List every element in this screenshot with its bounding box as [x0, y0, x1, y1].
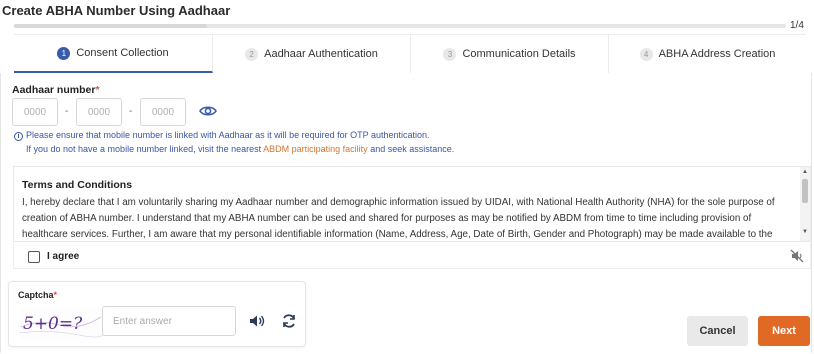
step-communication-details[interactable]: 3 Communication Details: [411, 35, 609, 73]
agree-label: I agree: [47, 251, 80, 262]
info-line-1: i Please ensure that mobile number is lin…: [14, 130, 430, 141]
step-number: 2: [245, 47, 259, 61]
step-aadhaar-authentication[interactable]: 2 Aadhaar Authentication: [213, 35, 411, 73]
captcha-label: Captcha*: [18, 290, 58, 300]
captcha-image: 5+0=?: [19, 309, 103, 339]
scroll-up-icon[interactable]: ▲: [802, 169, 808, 175]
step-label: Communication Details: [462, 48, 576, 60]
step-abha-address-creation[interactable]: 4 ABHA Address Creation: [609, 35, 806, 73]
terms-title: Terms and Conditions: [22, 179, 133, 191]
cancel-button[interactable]: Cancel: [687, 316, 748, 346]
step-number: 1: [57, 46, 71, 60]
agree-checkbox[interactable]: [28, 251, 40, 263]
step-label: Aadhaar Authentication: [264, 48, 378, 60]
aadhaar-input-part-3[interactable]: 0000: [140, 98, 186, 126]
terms-body: I, hereby declare that I am voluntarily …: [22, 197, 775, 240]
step-number: 4: [639, 47, 653, 61]
step-consent-collection[interactable]: 1 Consent Collection: [14, 35, 213, 73]
captcha-answer-input[interactable]: Enter answer: [102, 306, 236, 336]
progress-fill: [14, 24, 207, 28]
step-label: ABHA Address Creation: [658, 48, 776, 60]
scroll-down-icon[interactable]: ▼: [802, 229, 808, 235]
mute-icon[interactable]: [790, 249, 804, 263]
stepper: 1 Consent Collection 2 Aadhaar Authentic…: [14, 34, 806, 73]
step-label: Consent Collection: [76, 47, 169, 59]
eye-icon[interactable]: [199, 103, 217, 119]
terms-scrollbar[interactable]: ▲ ▼: [800, 167, 810, 241]
page-title: Create ABHA Number Using Aadhaar: [2, 3, 231, 18]
step-number: 3: [443, 47, 457, 61]
info-icon: i: [14, 132, 23, 141]
info-line-2: If you do not have a mobile number linke…: [26, 144, 455, 154]
required-mark: *: [95, 84, 100, 96]
progress-label: 1/4: [790, 20, 804, 31]
speaker-icon[interactable]: [249, 313, 265, 329]
aadhaar-separator: -: [65, 106, 69, 117]
captcha-challenge: 5+0=?: [23, 314, 83, 334]
scroll-thumb[interactable]: [802, 179, 808, 203]
aadhaar-input-part-2[interactable]: 0000: [76, 98, 122, 126]
abdm-facility-link[interactable]: ABDM participating facility: [263, 144, 368, 154]
refresh-icon[interactable]: [281, 313, 297, 329]
terms-panel[interactable]: Terms and Conditions I, hereby declare t…: [13, 166, 811, 242]
progress-bar: [14, 24, 786, 28]
aadhaar-input-part-1[interactable]: 0000: [12, 98, 58, 126]
agree-row: I agree: [13, 243, 811, 269]
aadhaar-separator: -: [129, 106, 133, 117]
next-button[interactable]: Next: [758, 316, 810, 346]
captcha-box: Captcha* 5+0=? Enter answer: [8, 281, 306, 347]
required-mark: *: [53, 290, 58, 300]
aadhaar-label: Aadhaar number*: [12, 84, 100, 96]
